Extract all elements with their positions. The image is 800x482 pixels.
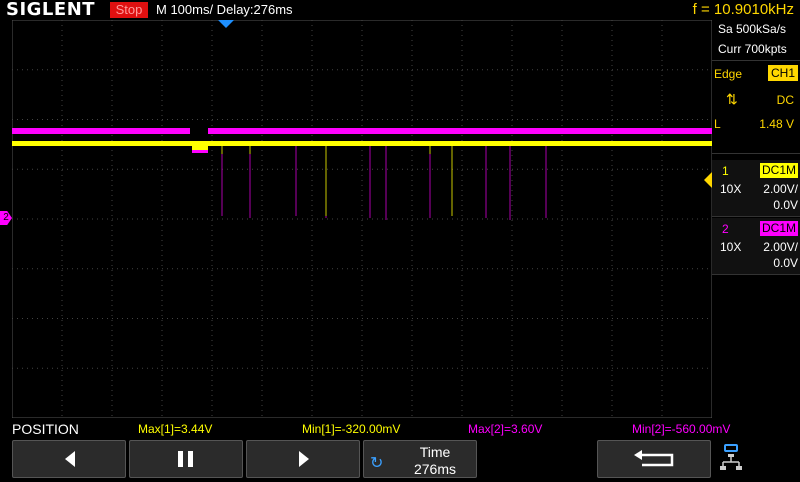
channel-number: 1 <box>722 164 729 178</box>
trigger-source: CH1 <box>767 65 798 81</box>
network-icon[interactable] <box>716 442 746 476</box>
position-right-button[interactable] <box>246 440 360 478</box>
memory-depth: Curr 700kpts <box>718 42 787 56</box>
time-softkey[interactable]: ↻ Time 276ms <box>363 440 477 478</box>
pause-icon <box>178 451 193 467</box>
measurement-bar: POSITION Max[1]=3.44V Min[1]=-320.00mV M… <box>0 420 800 438</box>
channel-2-info[interactable]: 2 DC1M 10X 2.00V/ 0.0V <box>712 218 800 275</box>
right-info-panel: Sa 500kSa/s Curr 700kpts Edge CH1 ⇅ DC L… <box>712 20 800 418</box>
channel-1-info[interactable]: 1 DC1M 10X 2.00V/ 0.0V <box>712 160 800 217</box>
channel-probe: 10X <box>720 182 742 196</box>
ch2-ground-marker[interactable]: 2 <box>0 211 12 225</box>
brand-logo: SIGLENT <box>6 0 96 20</box>
channel-coupling: DC1M <box>759 221 798 236</box>
rotary-knob-icon: ↻ <box>370 455 384 472</box>
trigger-level-label: L <box>714 117 721 131</box>
slope-icon: ⇅ <box>726 91 738 107</box>
waveform-display[interactable] <box>12 20 712 418</box>
triangle-left-icon <box>65 451 75 467</box>
channel-probe: 10X <box>720 240 742 254</box>
measurement-max1: Max[1]=3.44V <box>138 422 213 436</box>
measurement-min2: Min[2]=-560.00mV <box>632 422 731 436</box>
softkey-menu-title: POSITION <box>12 421 79 437</box>
time-label: Time <box>419 444 451 460</box>
frequency-counter: f = 10.9010kHz <box>692 1 794 18</box>
triangle-right-icon <box>299 451 309 467</box>
measurement-max2: Max[2]=3.60V <box>468 422 543 436</box>
position-left-button[interactable] <box>12 440 126 478</box>
channel-scale: 2.00V/ <box>763 182 798 196</box>
measurement-min1: Min[1]=-320.00mV <box>302 422 401 436</box>
channel-scale: 2.00V/ <box>763 240 798 254</box>
channel-offset: 0.0V <box>773 256 798 270</box>
channel-number: 2 <box>722 222 729 236</box>
trigger-info[interactable]: Edge CH1 ⇅ DC L 1.48 V <box>712 60 800 154</box>
channel-offset: 0.0V <box>773 198 798 212</box>
softkey-bar: ↻ Time 276ms <box>0 438 800 480</box>
trigger-coupling: DC <box>776 93 794 107</box>
top-status-bar: SIGLENT Stop M 100ms/ Delay:276ms f = 10… <box>0 0 800 20</box>
return-button[interactable] <box>597 440 711 478</box>
trigger-type: Edge <box>714 67 743 81</box>
time-value: 276ms <box>413 461 457 477</box>
sample-rate: Sa 500kSa/s <box>718 22 787 36</box>
run-stop-status[interactable]: Stop <box>110 2 148 18</box>
channel-coupling: DC1M <box>759 163 798 178</box>
timebase-readout: M 100ms/ Delay:276ms <box>156 2 293 17</box>
pause-button[interactable] <box>129 440 243 478</box>
return-arrow-icon <box>634 450 674 467</box>
trigger-level: 1.48 V <box>759 117 794 131</box>
